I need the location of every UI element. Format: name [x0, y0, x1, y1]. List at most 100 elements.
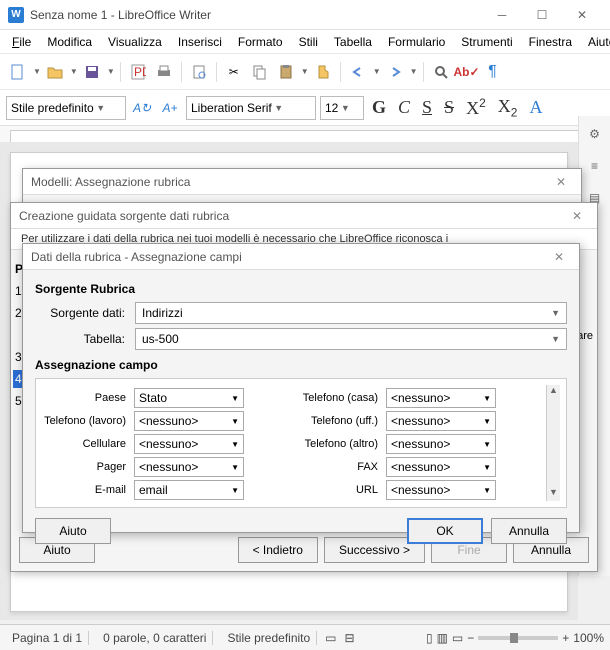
undo-icon[interactable]	[346, 60, 370, 84]
subscript-button[interactable]: X2	[494, 94, 522, 122]
new-icon[interactable]	[6, 60, 30, 84]
print-preview-icon[interactable]	[187, 60, 211, 84]
section-source: Sorgente Rubrica	[35, 282, 567, 296]
assignment-scrollbar[interactable]: ▲ ▼	[546, 385, 560, 501]
export-pdf-icon[interactable]: PDF	[126, 60, 150, 84]
superscript-button[interactable]: X2	[462, 94, 490, 121]
bold-button[interactable]: G	[368, 95, 390, 120]
assign-label: Telefono (uff.)	[294, 415, 386, 427]
assign-select[interactable]: <nessuno>▼	[134, 457, 244, 477]
field-assignment-ok-button[interactable]: OK	[407, 518, 483, 544]
new-style-icon[interactable]: A+	[158, 96, 182, 120]
assign-row: Pager<nessuno>▼	[42, 457, 294, 477]
zoom-out-icon[interactable]: −	[467, 631, 474, 645]
assign-value: <nessuno>	[391, 460, 450, 474]
chevron-down-icon: ▼	[483, 463, 491, 472]
spellcheck-icon[interactable]: Ab✓	[455, 60, 479, 84]
strikethrough-button[interactable]: S	[440, 95, 458, 120]
assign-label: Paese	[42, 392, 134, 404]
field-source[interactable]: Indirizzi ▼	[135, 302, 567, 324]
chevron-down-icon: ▼	[483, 440, 491, 449]
update-style-icon[interactable]: A↻	[130, 96, 154, 120]
assign-select[interactable]: <nessuno> ▼	[386, 457, 496, 477]
menu-finestra[interactable]: Finestra	[521, 33, 580, 51]
redo-icon[interactable]	[383, 60, 407, 84]
assignment-left-col: PaeseStato▼Telefono (lavoro)<nessuno>▼Ce…	[42, 385, 294, 501]
clone-format-icon[interactable]	[311, 60, 335, 84]
assign-select[interactable]: <nessuno>▼	[134, 411, 244, 431]
scroll-up-icon[interactable]: ▲	[547, 385, 560, 399]
sidebar-properties-icon[interactable]: ≡	[581, 152, 609, 180]
minimize-button[interactable]: ─	[482, 1, 522, 29]
assign-value: <nessuno>	[139, 414, 198, 428]
font-name-combo[interactable]: Liberation Serif ▼	[186, 96, 316, 120]
field-assignment-cancel-button[interactable]: Annulla	[491, 518, 567, 544]
paragraph-style-value: Stile predefinito	[11, 101, 94, 115]
view-single-icon[interactable]: ▯	[426, 631, 433, 645]
assign-value: <nessuno>	[391, 437, 450, 451]
assign-select[interactable]: <nessuno>▼	[386, 480, 496, 500]
status-words[interactable]: 0 parole, 0 caratteri	[97, 631, 213, 645]
paragraph-style-combo[interactable]: Stile predefinito ▼	[6, 96, 126, 120]
menu-aiuto[interactable]: Aiuto	[580, 33, 610, 51]
assignment-right-col: Telefono (casa)<nessuno>▼Telefono (uff.)…	[294, 385, 546, 501]
view-book-icon[interactable]: ▭	[452, 631, 463, 645]
menu-tabella[interactable]: Tabella	[326, 33, 380, 51]
highlight-button[interactable]: A	[525, 95, 546, 120]
assign-row: Cellulare<nessuno>▼	[42, 434, 294, 454]
assign-row: FAX<nessuno>▼	[294, 457, 546, 477]
find-icon[interactable]	[429, 60, 453, 84]
menu-formulario[interactable]: Formulario	[380, 33, 453, 51]
chevron-down-icon: ▼	[231, 486, 239, 495]
zoom-in-icon[interactable]: +	[562, 631, 569, 645]
menu-file[interactable]: File	[4, 33, 39, 51]
dialog-field-assignment-close-icon[interactable]: ✕	[547, 250, 571, 264]
status-language-icon[interactable]: ▭	[325, 631, 336, 645]
status-insert-icon[interactable]: ⊟	[345, 631, 355, 645]
titlebar: W Senza nome 1 - LibreOffice Writer ─ ☐ …	[0, 0, 610, 30]
scroll-down-icon[interactable]: ▼	[547, 487, 560, 501]
italic-button[interactable]: C	[394, 95, 414, 120]
status-style[interactable]: Stile predefinito	[221, 631, 317, 645]
open-icon[interactable]	[43, 60, 67, 84]
zoom-slider[interactable]	[478, 636, 558, 640]
maximize-button[interactable]: ☐	[522, 1, 562, 29]
zoom-value[interactable]: 100%	[573, 631, 604, 645]
field-table[interactable]: us-500 ▼	[135, 328, 567, 350]
dialog-wizard-close-icon[interactable]: ✕	[565, 209, 589, 223]
menu-strumenti[interactable]: Strumenti	[453, 33, 520, 51]
copy-icon[interactable]	[248, 60, 272, 84]
assign-label: Pager	[42, 461, 134, 473]
assign-select[interactable]: <nessuno>▼	[386, 411, 496, 431]
assign-label: Cellulare	[42, 438, 134, 450]
menu-modifica[interactable]: Modifica	[39, 33, 100, 51]
assign-select[interactable]: email▼	[134, 480, 244, 500]
font-size-combo[interactable]: 12 ▼	[320, 96, 364, 120]
print-icon[interactable]	[152, 60, 176, 84]
statusbar: Pagina 1 di 1 0 parole, 0 caratteri Stil…	[0, 624, 610, 650]
assign-label: URL	[294, 484, 386, 496]
field-assignment-help-button[interactable]: Aiuto	[35, 518, 111, 544]
view-multi-icon[interactable]: ▥	[437, 631, 448, 645]
dialog-templates-close-icon[interactable]: ✕	[549, 175, 573, 189]
sidebar-settings-icon[interactable]: ⚙	[581, 120, 609, 148]
assign-select[interactable]: <nessuno>▼	[134, 434, 244, 454]
status-page[interactable]: Pagina 1 di 1	[6, 631, 89, 645]
font-name-value: Liberation Serif	[191, 101, 272, 115]
assign-select[interactable]: <nessuno> ▼	[386, 434, 496, 454]
assign-label: E-mail	[42, 484, 134, 496]
menu-stili[interactable]: Stili	[291, 33, 326, 51]
field-table-value: us-500	[142, 332, 179, 346]
field-source-value: Indirizzi	[142, 306, 183, 320]
menu-formato[interactable]: Formato	[230, 33, 291, 51]
menu-visualizza[interactable]: Visualizza	[100, 33, 170, 51]
close-button[interactable]: ✕	[562, 1, 602, 29]
menu-inserisci[interactable]: Inserisci	[170, 33, 230, 51]
assign-select[interactable]: Stato▼	[134, 388, 244, 408]
formatting-marks-icon[interactable]: ¶	[481, 60, 505, 84]
underline-button[interactable]: S	[418, 95, 436, 120]
paste-icon[interactable]	[274, 60, 298, 84]
cut-icon[interactable]: ✂	[222, 60, 246, 84]
save-icon[interactable]	[80, 60, 104, 84]
assign-select[interactable]: <nessuno>▼	[386, 388, 496, 408]
